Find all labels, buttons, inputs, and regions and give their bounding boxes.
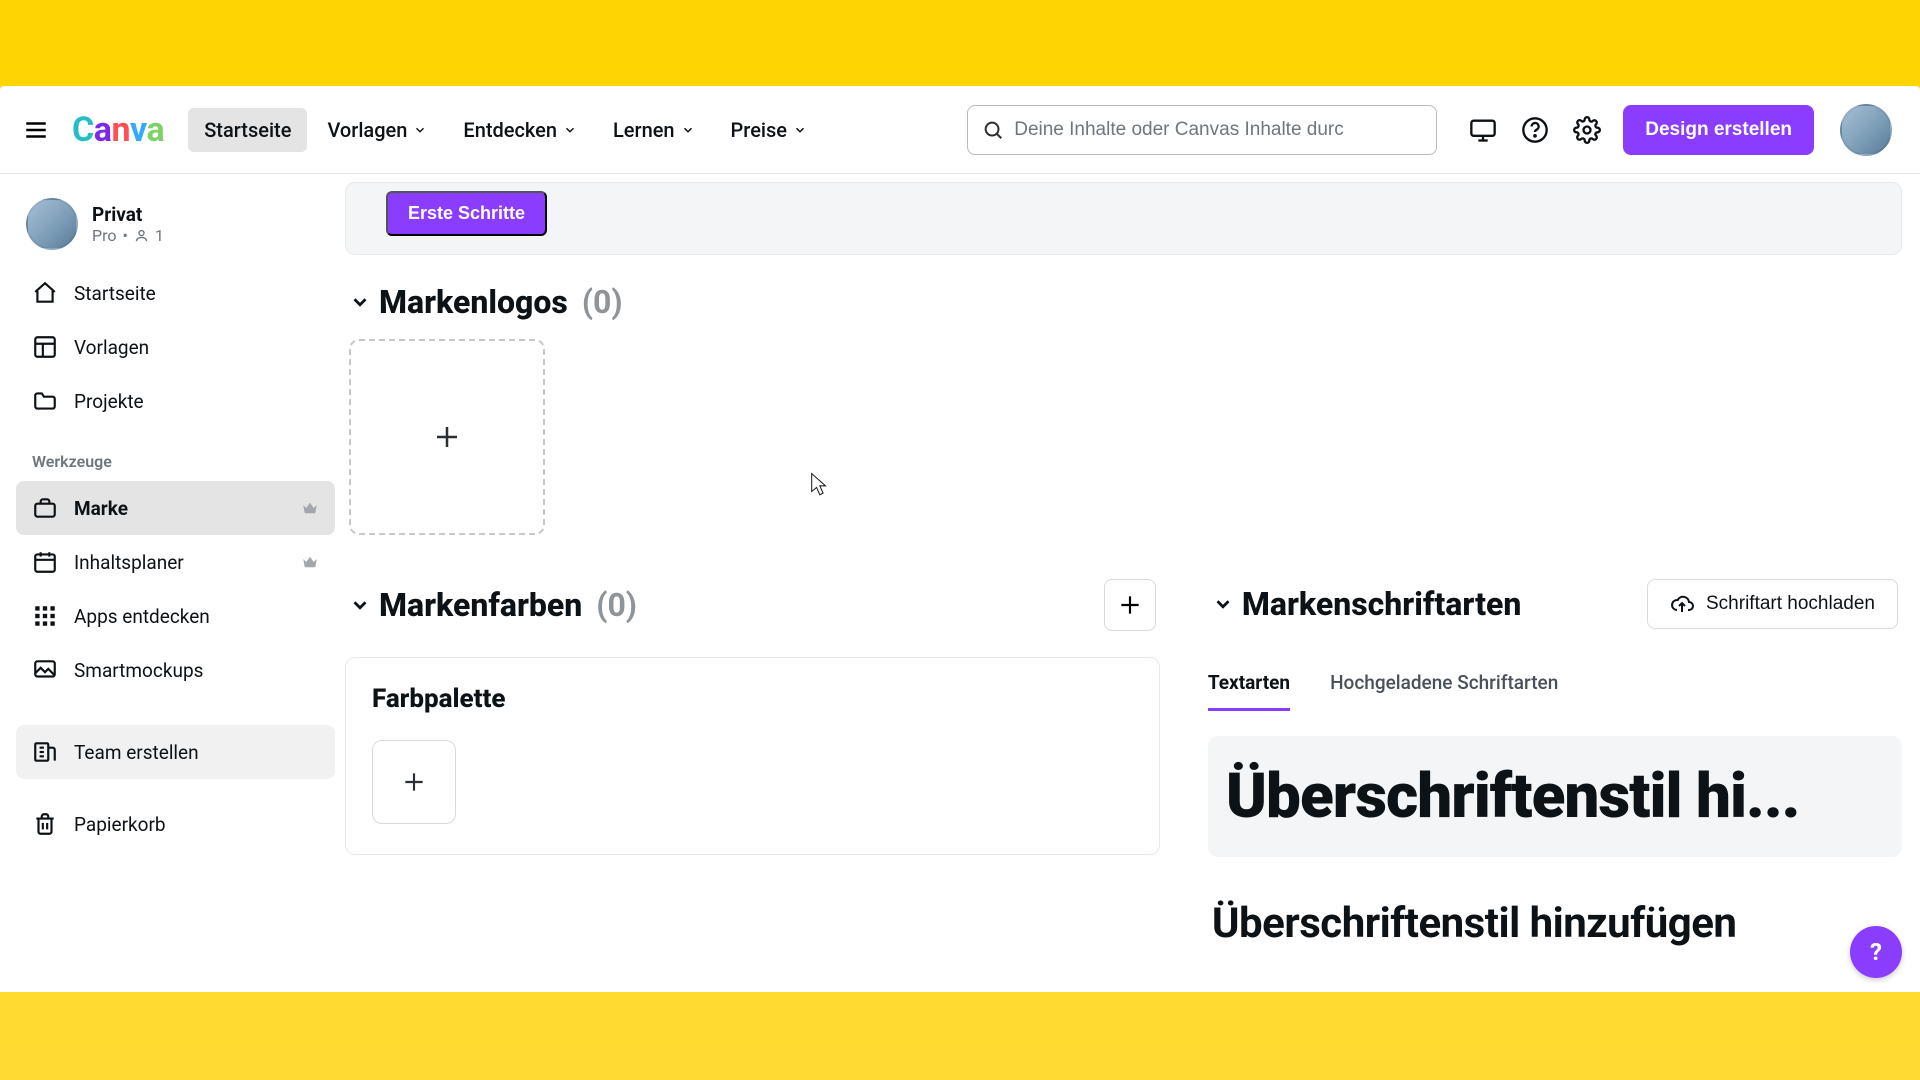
logos-title: Markenlogos: [379, 283, 568, 321]
plus-icon: [432, 422, 462, 452]
add-color-button[interactable]: [372, 740, 456, 824]
template-icon: [32, 334, 58, 360]
chevron-down-icon: [793, 123, 807, 137]
top-nav: Startseite Vorlagen Entdecken Lernen Pre…: [188, 108, 823, 152]
sidebar-item-apps[interactable]: Apps entdecken: [16, 589, 335, 643]
tab-textarten[interactable]: Textarten: [1208, 661, 1290, 711]
sidebar-item-marke[interactable]: Marke: [16, 481, 335, 535]
topnav-lernen[interactable]: Lernen: [597, 108, 711, 152]
palette-card: Farbpalette: [345, 657, 1160, 855]
settings-button[interactable]: [1571, 114, 1603, 146]
colors-title: Markenfarben: [379, 586, 582, 624]
hamburger-menu-button[interactable]: [16, 110, 56, 150]
heading-style-large[interactable]: Überschriftenstil hi...: [1208, 736, 1902, 857]
cursor-icon: [809, 472, 829, 498]
chevron-down-icon[interactable]: [349, 291, 371, 313]
first-steps-banner: Erste Schritte: [345, 182, 1902, 255]
topnav-entdecken[interactable]: Entdecken: [447, 108, 593, 152]
crown-icon: [301, 553, 319, 571]
chevron-down-icon[interactable]: [349, 594, 371, 616]
add-logo-upload[interactable]: [349, 339, 545, 535]
image-icon: [32, 657, 58, 683]
sidebar-item-startseite[interactable]: Startseite: [16, 266, 335, 320]
search-icon: [982, 119, 1004, 141]
main-content: Erste Schritte Markenlogos (0): [345, 174, 1920, 992]
canva-logo[interactable]: Canva: [72, 110, 164, 150]
topnav-preise[interactable]: Preise: [715, 108, 823, 152]
heading-style-medium[interactable]: Überschriftenstil hinzufügen: [1208, 875, 1902, 972]
first-steps-button[interactable]: Erste Schritte: [386, 191, 547, 236]
fonts-title: Markenschriftarten: [1242, 585, 1521, 623]
logos-section-header: Markenlogos (0): [345, 275, 1902, 339]
user-name: Privat: [92, 203, 164, 226]
topnav-vorlagen[interactable]: Vorlagen: [311, 108, 443, 152]
palette-title: Farbpalette: [372, 684, 1133, 714]
person-icon: [134, 228, 149, 243]
monitor-icon: [1469, 116, 1497, 144]
font-tabs: Textarten Hochgeladene Schriftarten: [1208, 661, 1902, 712]
sidebar-item-vorlagen[interactable]: Vorlagen: [16, 320, 335, 374]
team-icon: [32, 739, 58, 765]
sidebar-item-projekte[interactable]: Projekte: [16, 374, 335, 428]
help-button[interactable]: [1519, 114, 1551, 146]
search-container[interactable]: [967, 105, 1437, 155]
trash-icon: [32, 811, 58, 837]
chevron-down-icon: [563, 123, 577, 137]
user-subline: Pro • 1: [92, 226, 164, 245]
topnav-startseite[interactable]: Startseite: [188, 108, 307, 152]
calendar-icon: [32, 549, 58, 575]
grid-icon: [32, 603, 58, 629]
sidebar-item-smartmockups[interactable]: Smartmockups: [16, 643, 335, 697]
tab-hochgeladene[interactable]: Hochgeladene Schriftarten: [1330, 661, 1558, 711]
upload-font-button[interactable]: Schriftart hochladen: [1647, 579, 1898, 629]
help-fab[interactable]: ?: [1850, 926, 1902, 978]
cloud-upload-icon: [1670, 592, 1694, 616]
sidebar-team-button[interactable]: Team erstellen: [16, 725, 335, 779]
folder-icon: [32, 388, 58, 414]
search-input[interactable]: [1014, 119, 1422, 141]
top-icon-group: [1467, 114, 1603, 146]
gear-icon: [1573, 116, 1601, 144]
topbar: Canva Startseite Vorlagen Entdecken Lern…: [0, 86, 1920, 174]
chevron-down-icon[interactable]: [1212, 593, 1234, 615]
briefcase-icon: [32, 495, 58, 521]
colors-count: (0): [596, 586, 637, 624]
user-account-row[interactable]: Privat Pro • 1: [16, 192, 335, 266]
plus-icon: [401, 769, 427, 795]
fonts-section-header: Markenschriftarten Schriftart hochladen: [1208, 571, 1902, 647]
colors-section-header: Markenfarben (0): [345, 571, 1160, 649]
add-color-palette-button[interactable]: [1104, 579, 1156, 631]
hamburger-icon: [23, 117, 49, 143]
sidebar: Privat Pro • 1 Startseite V: [0, 174, 345, 992]
plus-icon: [1117, 592, 1143, 618]
chevron-down-icon: [413, 123, 427, 137]
avatar[interactable]: [1840, 104, 1892, 156]
sidebar-item-inhaltsplaner[interactable]: Inhaltsplaner: [16, 535, 335, 589]
question-circle-icon: [1521, 116, 1549, 144]
create-design-button[interactable]: Design erstellen: [1623, 105, 1814, 155]
crown-icon: [301, 499, 319, 517]
chevron-down-icon: [681, 123, 695, 137]
logos-count: (0): [582, 283, 623, 321]
devices-button[interactable]: [1467, 114, 1499, 146]
sidebar-item-papierkorb[interactable]: Papierkorb: [16, 797, 335, 851]
home-icon: [32, 280, 58, 306]
user-avatar: [26, 198, 78, 250]
sidebar-section-werkzeuge: Werkzeuge: [16, 428, 335, 481]
